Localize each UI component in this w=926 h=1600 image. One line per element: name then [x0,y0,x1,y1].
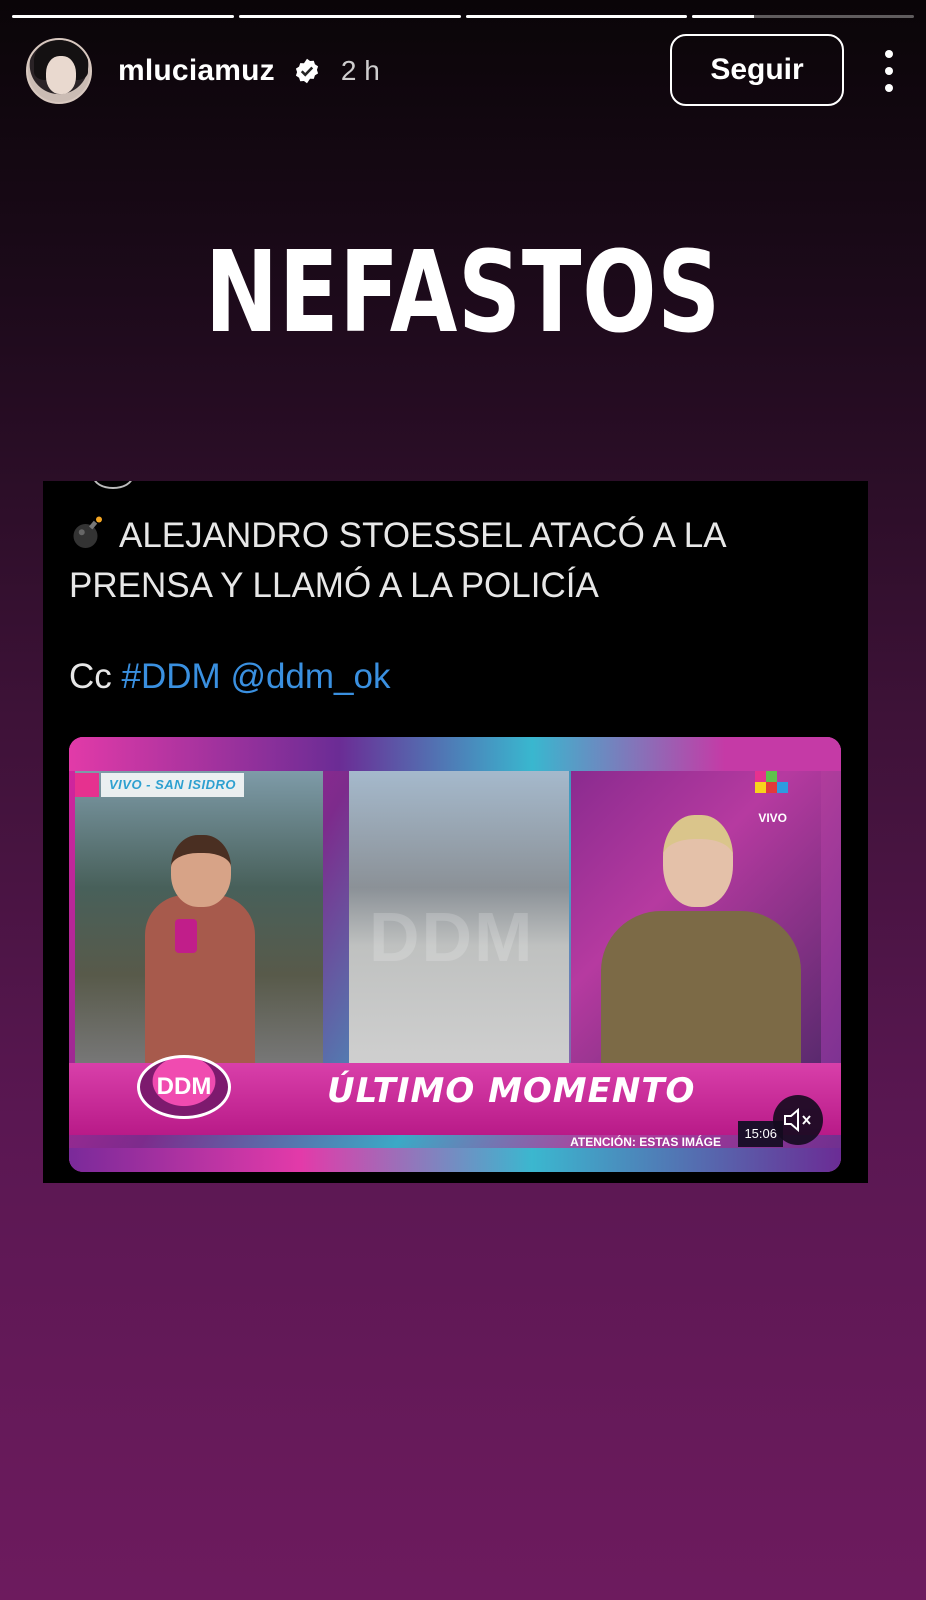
tweet-body: ALEJANDRO STOESSEL ATACÓ A LA PRENSA Y L… [69,516,725,605]
channel-logo-icon [755,771,788,793]
cropped-header [173,481,383,485]
mention-link[interactable]: @ddm_ok [230,657,390,696]
breaking-news-banner: ÚLTIMO MOMENTO [327,1071,696,1111]
progress-segment [238,15,461,18]
cc-prefix: Cc [69,657,112,696]
progress-segment [692,15,914,18]
more-icon[interactable] [878,50,900,92]
avatar[interactable] [26,38,92,104]
cropped-avatar [93,481,133,489]
username[interactable]: mluciamuz [118,54,275,88]
post-time: 2 h [340,55,380,86]
story-headline: NEFASTOS [205,228,721,358]
mute-icon[interactable] [773,1095,823,1145]
ddm-logo: DDM [137,1055,231,1119]
microphone-icon [175,919,197,953]
tweet-text: ALEJANDRO STOESSEL ATACÓ A LA PRENSA Y L… [69,511,829,611]
bomb-icon [73,516,102,548]
video-watermark: DDM [369,898,535,976]
tweet-mentions: Cc #DDM @ddm_ok [69,657,390,697]
reporter-pane [75,771,323,1063]
progress-segment [465,15,688,18]
verified-icon [295,58,318,84]
video-bottom-band [69,1148,841,1172]
video-thumbnail[interactable]: VIVO - SAN ISIDRO VIVO DDM DDM ÚLTIMO MO… [69,737,841,1172]
story-progress [12,15,914,18]
channel-live-label: VIVO [758,811,787,825]
embedded-tweet: ALEJANDRO STOESSEL ATACÓ A LA PRENSA Y L… [43,481,868,1183]
video-top-band [69,737,841,771]
follow-button[interactable]: Seguir [670,34,844,106]
live-location-tag: VIVO - SAN ISIDRO [75,773,244,797]
progress-segment [12,15,234,18]
story-header: mluciamuz 2 h Seguir [26,34,900,108]
hashtag-link[interactable]: #DDM [122,657,221,696]
